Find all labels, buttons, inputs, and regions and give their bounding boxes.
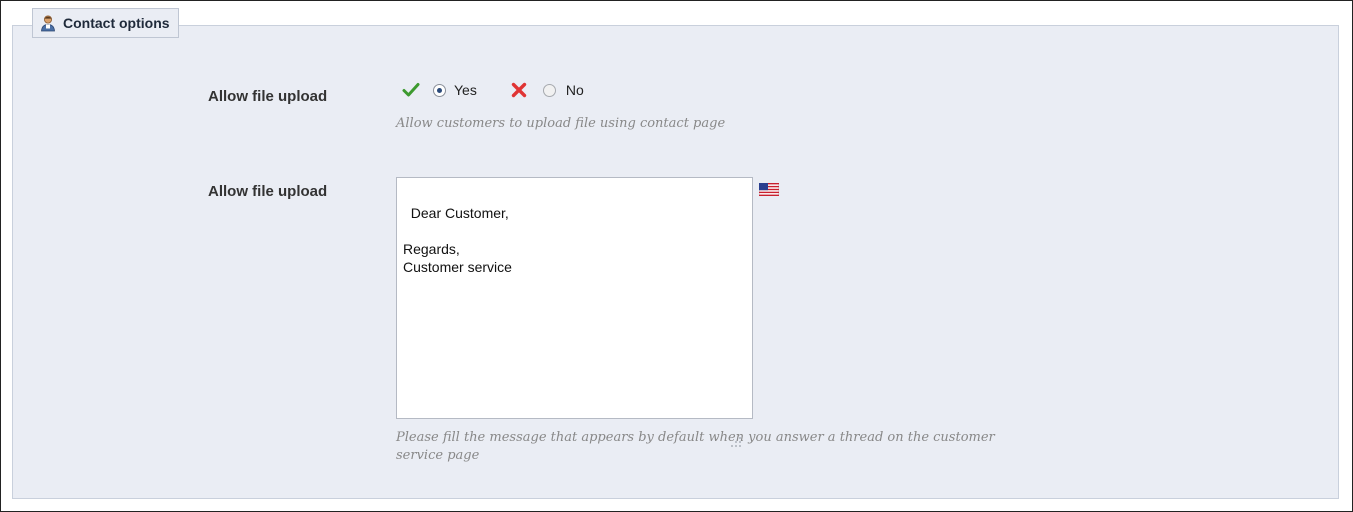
default-message-textarea[interactable]: Dear Customer, Regards, Customer service [396,177,753,447]
file-upload-label: Allow file upload [208,88,328,105]
yes-radio-label[interactable]: Yes [454,82,477,98]
no-radio-label[interactable]: No [566,82,584,98]
x-icon [509,80,529,100]
default-message-text[interactable]: Dear Customer, Regards, Customer service [403,205,512,275]
resize-grip-icon[interactable] [730,398,742,447]
no-radio[interactable] [542,83,556,97]
default-message-hint-line1: Please fill the message that appears by … [396,430,995,445]
file-upload-hint: Allow customers to upload file using con… [396,116,726,131]
default-message-hint-line2: service page [396,448,480,463]
section-title: Contact options [63,15,170,31]
default-message-label: Allow file upload [208,183,328,200]
section-legend: Contact options [32,8,179,38]
yes-radio[interactable] [433,83,446,97]
customer-service-icon [39,14,57,32]
file-upload-radio-group: Yes No [401,80,584,100]
us-flag-icon[interactable] [758,182,780,197]
check-icon [401,80,421,100]
